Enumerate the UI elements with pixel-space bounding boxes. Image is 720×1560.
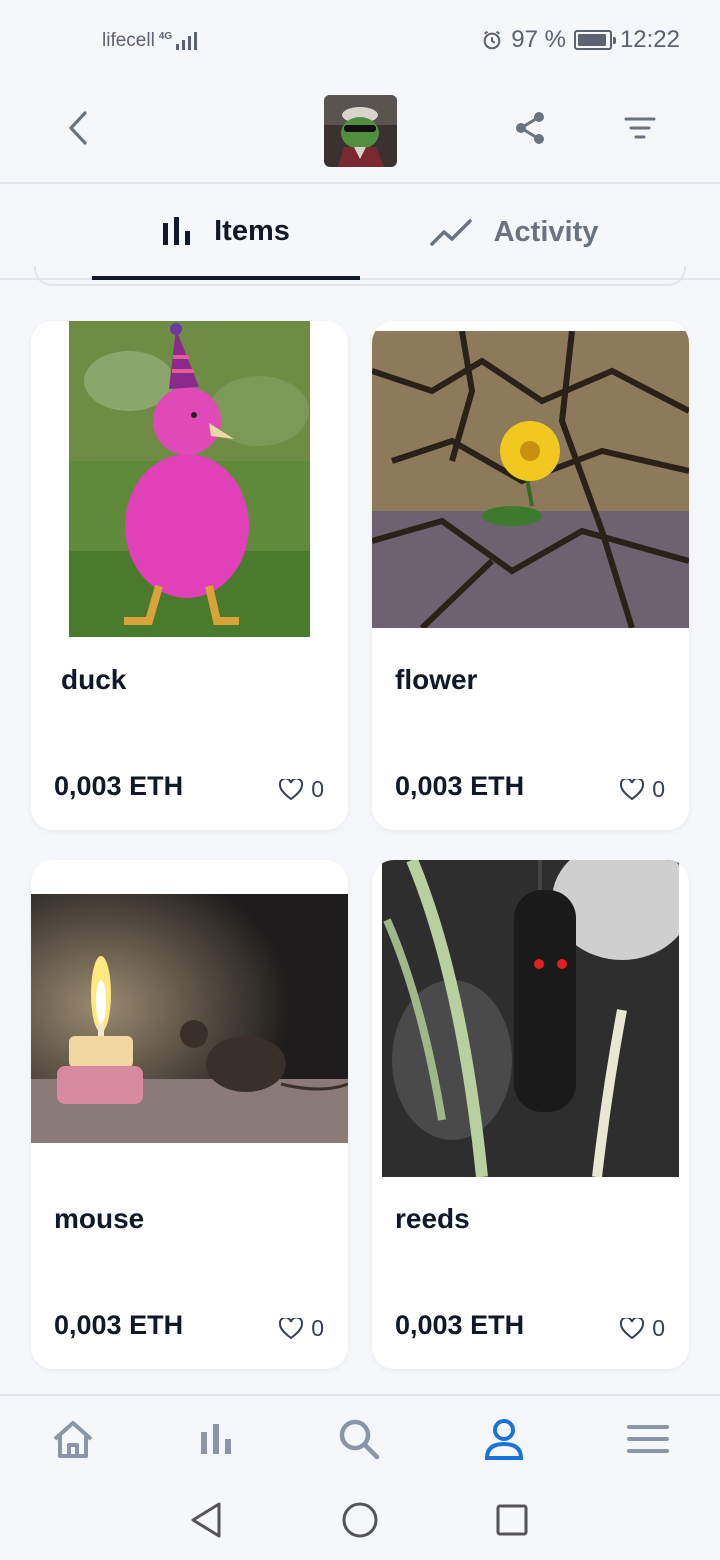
bottom-navigation [0, 1394, 720, 1480]
back-button[interactable] [56, 106, 100, 150]
item-name: reeds [395, 1203, 470, 1234]
battery-icon [573, 30, 616, 50]
item-card-flower[interactable]: flower 0,003 ETH 0 [372, 321, 689, 830]
item-image-duck [69, 321, 310, 637]
system-back-button[interactable] [184, 1498, 228, 1542]
like-count: 0 [652, 1315, 665, 1341]
battery-percent: 97 % [511, 26, 566, 53]
share-button[interactable] [508, 106, 552, 150]
chevron-left-icon [69, 111, 87, 145]
share-icon [516, 112, 544, 144]
bar-chart-icon [163, 217, 191, 245]
carrier-name: lifecell [102, 30, 155, 51]
heart-icon [279, 778, 304, 800]
menu-icon [627, 1425, 669, 1453]
like-count: 0 [311, 776, 324, 802]
filter-button[interactable] [618, 106, 662, 150]
item-price: 0,003 ETH [395, 771, 525, 801]
system-home-button[interactable] [338, 1498, 382, 1542]
search-icon [339, 1419, 380, 1460]
search-bar-edge [34, 266, 686, 286]
like-button[interactable]: 0 [620, 776, 665, 803]
home-icon [53, 1421, 93, 1458]
signal-icon [176, 30, 198, 50]
nav-stats[interactable] [191, 1414, 241, 1464]
like-button[interactable]: 0 [279, 1315, 324, 1342]
stats-icon [201, 1424, 231, 1454]
item-price: 0,003 ETH [395, 1310, 525, 1340]
clock: 12:22 [619, 26, 680, 53]
tab-activity[interactable]: Activity [380, 186, 648, 278]
network-type: 4G [158, 31, 173, 42]
item-price: 0,003 ETH [54, 771, 184, 801]
item-name: mouse [54, 1203, 145, 1234]
circle-home-icon [342, 1502, 378, 1538]
alarm-icon [483, 30, 501, 50]
item-card-duck[interactable]: duck 0,003 ETH 0 [31, 321, 348, 830]
heart-icon [620, 778, 645, 800]
square-recents-icon [496, 1504, 528, 1536]
nav-search[interactable] [334, 1414, 384, 1464]
trend-line-icon [429, 219, 472, 246]
item-image-reeds [382, 860, 679, 1177]
item-image-flower [372, 331, 689, 628]
collection-avatar[interactable] [324, 95, 397, 167]
item-card-reeds[interactable]: reeds 0,003 ETH 0 [372, 860, 689, 1369]
item-card-mouse[interactable]: mouse 0,003 ETH 0 [31, 860, 348, 1369]
profile-icon [484, 1419, 524, 1460]
like-count: 0 [311, 1315, 324, 1341]
item-image-mouse [31, 894, 348, 1143]
triangle-back-icon [191, 1502, 221, 1538]
system-recents-button[interactable] [490, 1498, 534, 1542]
heart-icon [279, 1317, 304, 1339]
filter-icon [624, 117, 656, 139]
item-name: duck [61, 664, 127, 695]
nav-home[interactable] [48, 1414, 98, 1464]
item-price: 0,003 ETH [54, 1310, 184, 1340]
collection-header [0, 84, 720, 184]
tab-activity-label: Activity [493, 215, 599, 248]
like-count: 0 [652, 776, 665, 802]
carrier-info: lifecell 4G [102, 30, 198, 52]
like-button[interactable]: 0 [279, 776, 324, 803]
nav-menu[interactable] [623, 1414, 673, 1464]
status-right: 97 % 12:22 [481, 26, 680, 54]
tab-items-label: Items [214, 214, 290, 247]
like-button[interactable]: 0 [620, 1315, 665, 1342]
system-navigation [0, 1480, 720, 1560]
item-name: flower [395, 664, 478, 695]
nav-profile[interactable] [479, 1414, 529, 1464]
status-bar: lifecell 4G 97 % 12:22 [0, 0, 720, 84]
heart-icon [620, 1317, 645, 1339]
